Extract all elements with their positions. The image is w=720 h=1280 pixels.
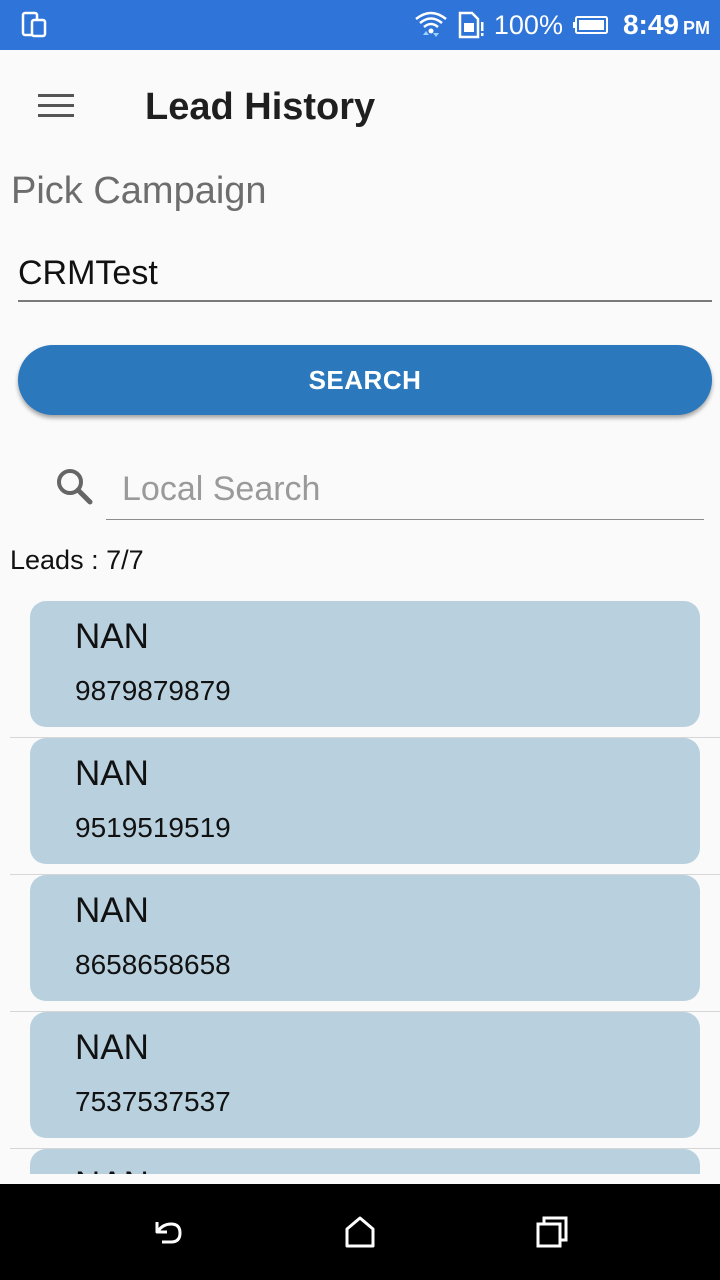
lead-phone: 7537537537 <box>75 1086 231 1117</box>
list-item: NAN 7537537537 <box>10 1012 720 1149</box>
list-item: NAN <box>10 1149 720 1174</box>
lead-card[interactable]: NAN <box>30 1149 700 1174</box>
back-icon[interactable] <box>139 1204 195 1260</box>
list-item: NAN 9519519519 <box>10 738 720 875</box>
campaign-picker[interactable]: CRMTest <box>18 250 712 302</box>
lead-name: NAN <box>75 1028 149 1067</box>
phone-rotate-icon <box>20 11 48 39</box>
lead-name: NAN <box>75 1165 149 1174</box>
search-icon <box>52 464 96 508</box>
lead-name: NAN <box>75 754 149 793</box>
status-icons: 100% 8:49 PM <box>414 0 710 50</box>
pick-campaign-label: Pick Campaign <box>11 170 267 212</box>
recents-icon[interactable] <box>524 1204 580 1260</box>
clock: 8:49 PM <box>623 9 710 41</box>
lead-card[interactable]: NAN 7537537537 <box>30 1012 700 1138</box>
hamburger-menu-icon[interactable] <box>32 88 80 124</box>
lead-name: NAN <box>75 891 149 930</box>
lead-card[interactable]: NAN 9879879879 <box>30 601 700 727</box>
lead-list[interactable]: NAN 9879879879 NAN 9519519519 NAN 865865… <box>0 601 720 1174</box>
sim-card-icon <box>456 10 486 40</box>
local-search-input[interactable] <box>106 460 704 520</box>
battery-percent: 100% <box>493 9 563 40</box>
home-icon[interactable] <box>332 1204 388 1260</box>
clock-time: 8:49 <box>622 9 679 40</box>
status-bar: 100% 8:49 PM <box>0 0 720 50</box>
battery-icon <box>572 15 609 35</box>
list-item: NAN 9879879879 <box>10 601 720 738</box>
clock-ampm: PM <box>683 18 710 38</box>
leads-count: Leads : 7/7 <box>10 545 144 575</box>
lead-phone: 9519519519 <box>75 812 231 843</box>
list-item: NAN 8658658658 <box>10 875 720 1012</box>
wifi-icon <box>414 9 448 41</box>
lead-name: NAN <box>75 617 149 656</box>
app-bar: Lead History <box>0 50 720 162</box>
lead-phone: 9879879879 <box>75 675 231 706</box>
lead-phone: 8658658658 <box>75 949 231 980</box>
page-title: Lead History <box>145 86 376 128</box>
lead-card[interactable]: NAN 8658658658 <box>30 875 700 1001</box>
navigation-bar <box>0 1184 720 1280</box>
lead-card[interactable]: NAN 9519519519 <box>30 738 700 864</box>
search-button[interactable]: SEARCH <box>18 345 712 415</box>
